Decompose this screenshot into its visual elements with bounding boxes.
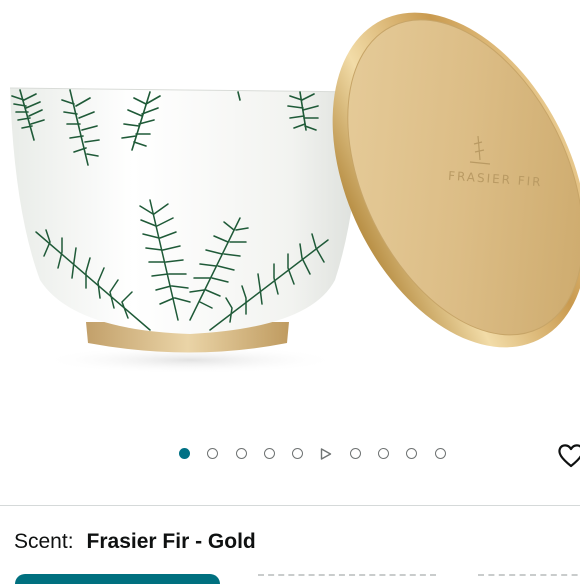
carousel-dot-7[interactable] — [349, 447, 361, 459]
product-image — [9, 12, 580, 374]
scent-swatches — [0, 574, 580, 584]
product-image-carousel[interactable]: FRASIER FIR — [0, 0, 580, 430]
carousel-dot-8[interactable] — [378, 447, 390, 459]
carousel-indicators — [179, 447, 463, 460]
carousel-dot-3[interactable] — [235, 447, 247, 459]
carousel-dot-4[interactable] — [263, 447, 275, 459]
carousel-dot-9[interactable] — [406, 447, 418, 459]
scent-label: Scent: — [14, 530, 74, 553]
swatch-option-3[interactable] — [478, 574, 580, 586]
heart-icon[interactable] — [556, 440, 580, 470]
scent-variation: Scent: Frasier Fir - Gold — [14, 530, 256, 554]
scent-value: Frasier Fir - Gold — [86, 530, 256, 553]
carousel-dot-2[interactable] — [207, 447, 219, 459]
swatch-option-2[interactable] — [258, 574, 436, 586]
carousel-dot-10[interactable] — [434, 447, 446, 459]
swatch-selected[interactable] — [15, 574, 220, 584]
carousel-video-play-icon[interactable] — [320, 447, 333, 460]
carousel-dot-1[interactable] — [179, 447, 190, 459]
carousel-dot-5[interactable] — [292, 447, 304, 459]
section-divider — [0, 505, 580, 506]
